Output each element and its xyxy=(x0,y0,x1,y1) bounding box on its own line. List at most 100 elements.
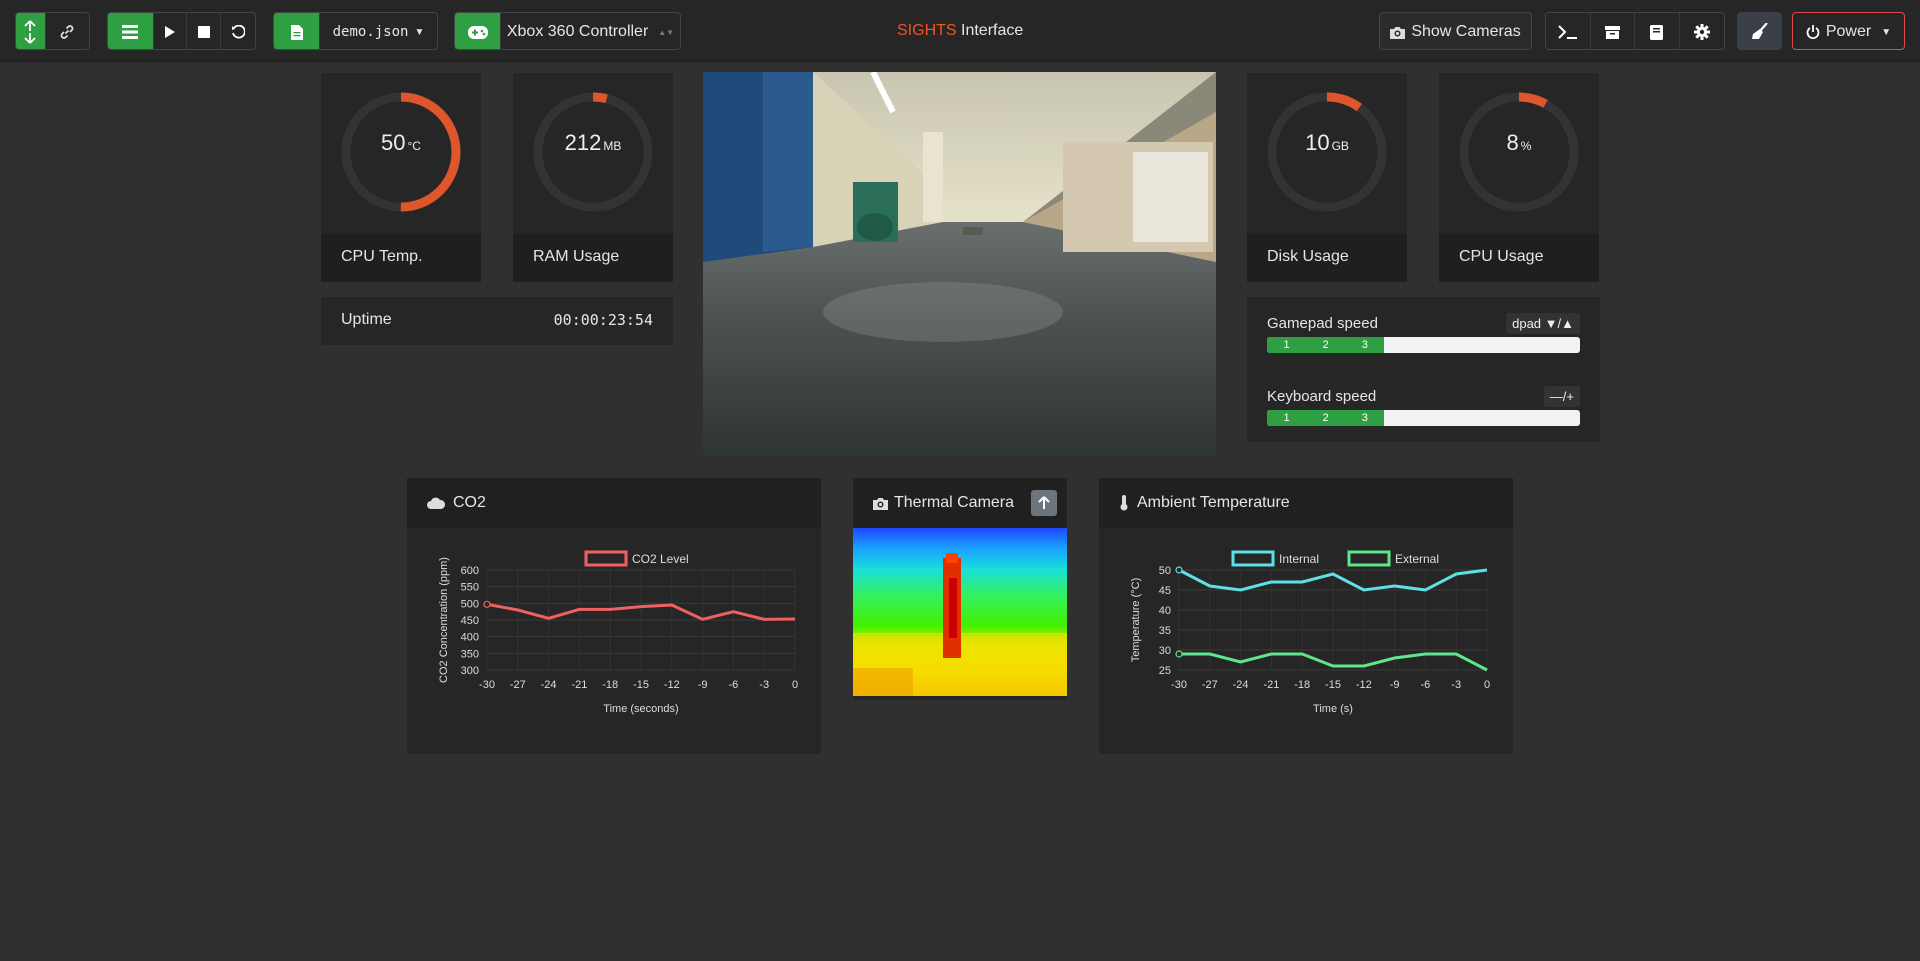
thermal-toggle-button[interactable] xyxy=(1031,490,1057,516)
gamepad-icon xyxy=(467,25,488,39)
x-tick-label: -18 xyxy=(1294,679,1310,691)
gear-icon xyxy=(1693,24,1710,40)
co2-title: CO2 xyxy=(453,494,486,511)
theme-button[interactable] xyxy=(1737,12,1782,50)
co2-panel: CO2 CO2 Level 300 350 400 450 500 550 600 -30 -27… xyxy=(407,478,821,754)
y-axis-label: CO2 Concentration (ppm) xyxy=(438,557,450,683)
list-icon xyxy=(122,25,139,39)
caret-down-icon: ▼ xyxy=(1881,26,1892,38)
book-icon xyxy=(1650,24,1664,40)
legend-swatch xyxy=(584,550,628,567)
x-tick-label: -3 xyxy=(1451,679,1461,691)
value: 212 xyxy=(564,130,602,155)
y-tick-label: 450 xyxy=(461,615,479,627)
gamepad-speed-label: Gamepad speed xyxy=(1267,315,1378,332)
connect-button[interactable] xyxy=(16,13,46,49)
thermal-panel: Thermal Camera xyxy=(853,478,1067,700)
keyboard-speed-fill: 1 2 3 xyxy=(1267,410,1385,426)
gamepad-speed-fill: 1 2 3 xyxy=(1267,337,1385,353)
x-tick-label: -21 xyxy=(571,679,587,691)
x-tick-label: -12 xyxy=(1356,679,1372,691)
thermal-image xyxy=(853,528,1067,696)
log-button[interactable] xyxy=(108,13,154,49)
y-tick-label: 40 xyxy=(1159,605,1171,617)
start-button[interactable] xyxy=(154,13,188,49)
segment-label: 1 xyxy=(1283,339,1290,351)
arrow-up-icon xyxy=(1038,496,1050,509)
x-tick-label: -27 xyxy=(510,679,526,691)
controller-select[interactable]: Xbox 360 Controller ▲▼ xyxy=(501,13,680,49)
y-tick-label: 550 xyxy=(461,582,479,594)
unit: °C xyxy=(407,139,421,153)
brand-accent: SIGHTS xyxy=(897,22,957,39)
cpu-usage-value: 8% xyxy=(1439,130,1599,156)
unit: GB xyxy=(1331,139,1349,153)
config-group: demo.json ▼ xyxy=(273,12,438,50)
cpu-temp-card: 50 °C CPU Temp. xyxy=(321,73,481,282)
gamepad-speed-bar[interactable]: 1 2 3 xyxy=(1267,337,1580,353)
x-tick-label: -24 xyxy=(541,679,557,691)
unit: MB xyxy=(603,139,622,153)
ambient-header: Ambient Temperature xyxy=(1099,478,1513,528)
x-axis-label: Time (seconds) xyxy=(603,703,678,715)
power-dropdown[interactable]: Power ▼ xyxy=(1792,12,1905,50)
segment-label: 3 xyxy=(1361,412,1368,424)
y-tick-label: 50 xyxy=(1159,565,1171,577)
controller-name: Xbox 360 Controller xyxy=(506,23,649,40)
segment-label: 2 xyxy=(1322,412,1329,424)
config-editor-button[interactable] xyxy=(274,13,320,49)
disk-label: Disk Usage xyxy=(1247,234,1407,282)
camera-feed[interactable] xyxy=(703,72,1216,457)
stop-button[interactable] xyxy=(187,13,222,49)
camera-icon xyxy=(1390,26,1406,39)
x-tick-label: -12 xyxy=(664,679,680,691)
legend-label: CO2 Level xyxy=(632,552,689,566)
y-tick-label: 35 xyxy=(1159,625,1171,637)
disk-value: 10 GB xyxy=(1247,130,1407,156)
ram-usage-card: 212 MB RAM Usage xyxy=(513,73,673,282)
legend-swatch xyxy=(1231,550,1275,567)
keyboard-speed-control[interactable]: —/+ xyxy=(1543,386,1580,407)
archive-button[interactable] xyxy=(1591,13,1635,49)
uptime-label: Uptime xyxy=(341,311,392,328)
gamepad-button[interactable] xyxy=(455,13,501,49)
archive-icon xyxy=(1604,25,1620,39)
legend-label: Internal xyxy=(1279,552,1319,566)
x-tick-label: 0 xyxy=(1484,679,1490,691)
legend-swatch xyxy=(1347,550,1391,567)
co2-header: CO2 xyxy=(407,478,821,528)
segment-label: 3 xyxy=(1361,339,1368,351)
link-icon xyxy=(60,25,74,39)
terminal-button[interactable] xyxy=(1546,13,1591,49)
docs-button[interactable] xyxy=(1635,13,1680,49)
legend-label: External xyxy=(1395,552,1439,566)
script-controls xyxy=(107,12,256,50)
segment-label: 2 xyxy=(1322,339,1329,351)
thermal-title: Thermal Camera xyxy=(894,494,1015,511)
uptime-card: Uptime 00:00:23:54 xyxy=(321,297,673,345)
cpu-usage-card: 8% CPU Usage xyxy=(1439,73,1599,282)
restart-button[interactable] xyxy=(221,13,255,49)
y-tick-label: 500 xyxy=(461,598,479,610)
camera-icon xyxy=(873,497,888,510)
gamepad-speed-control[interactable]: dpad ▼/▲ xyxy=(1506,313,1580,334)
x-tick-label: -6 xyxy=(729,679,739,691)
restart-icon xyxy=(232,25,246,39)
settings-button[interactable] xyxy=(1680,13,1724,49)
data-point xyxy=(1175,566,1183,574)
config-dropdown[interactable]: demo.json ▼ xyxy=(320,13,437,49)
controller-group: Xbox 360 Controller ▲▼ xyxy=(454,12,681,50)
ram-label: RAM Usage xyxy=(513,234,673,282)
co2-chart: CO2 Level300350400450500550600-30 -27 -24-… xyxy=(438,550,798,715)
data-point xyxy=(1175,650,1183,658)
data-point xyxy=(483,600,491,608)
keyboard-speed-row: Keyboard speed —/+ 1 2 3 xyxy=(1267,386,1580,459)
keyboard-speed-bar[interactable]: 1 2 3 xyxy=(1267,410,1580,426)
select-arrows-icon: ▲▼ xyxy=(658,27,675,37)
y-tick-label: 350 xyxy=(461,648,479,660)
terminal-icon xyxy=(1558,25,1577,39)
file-icon xyxy=(290,24,303,40)
show-cameras-button[interactable]: Show Cameras xyxy=(1379,12,1532,50)
brand-rest: Interface xyxy=(956,22,1024,39)
link-button[interactable] xyxy=(46,13,89,49)
